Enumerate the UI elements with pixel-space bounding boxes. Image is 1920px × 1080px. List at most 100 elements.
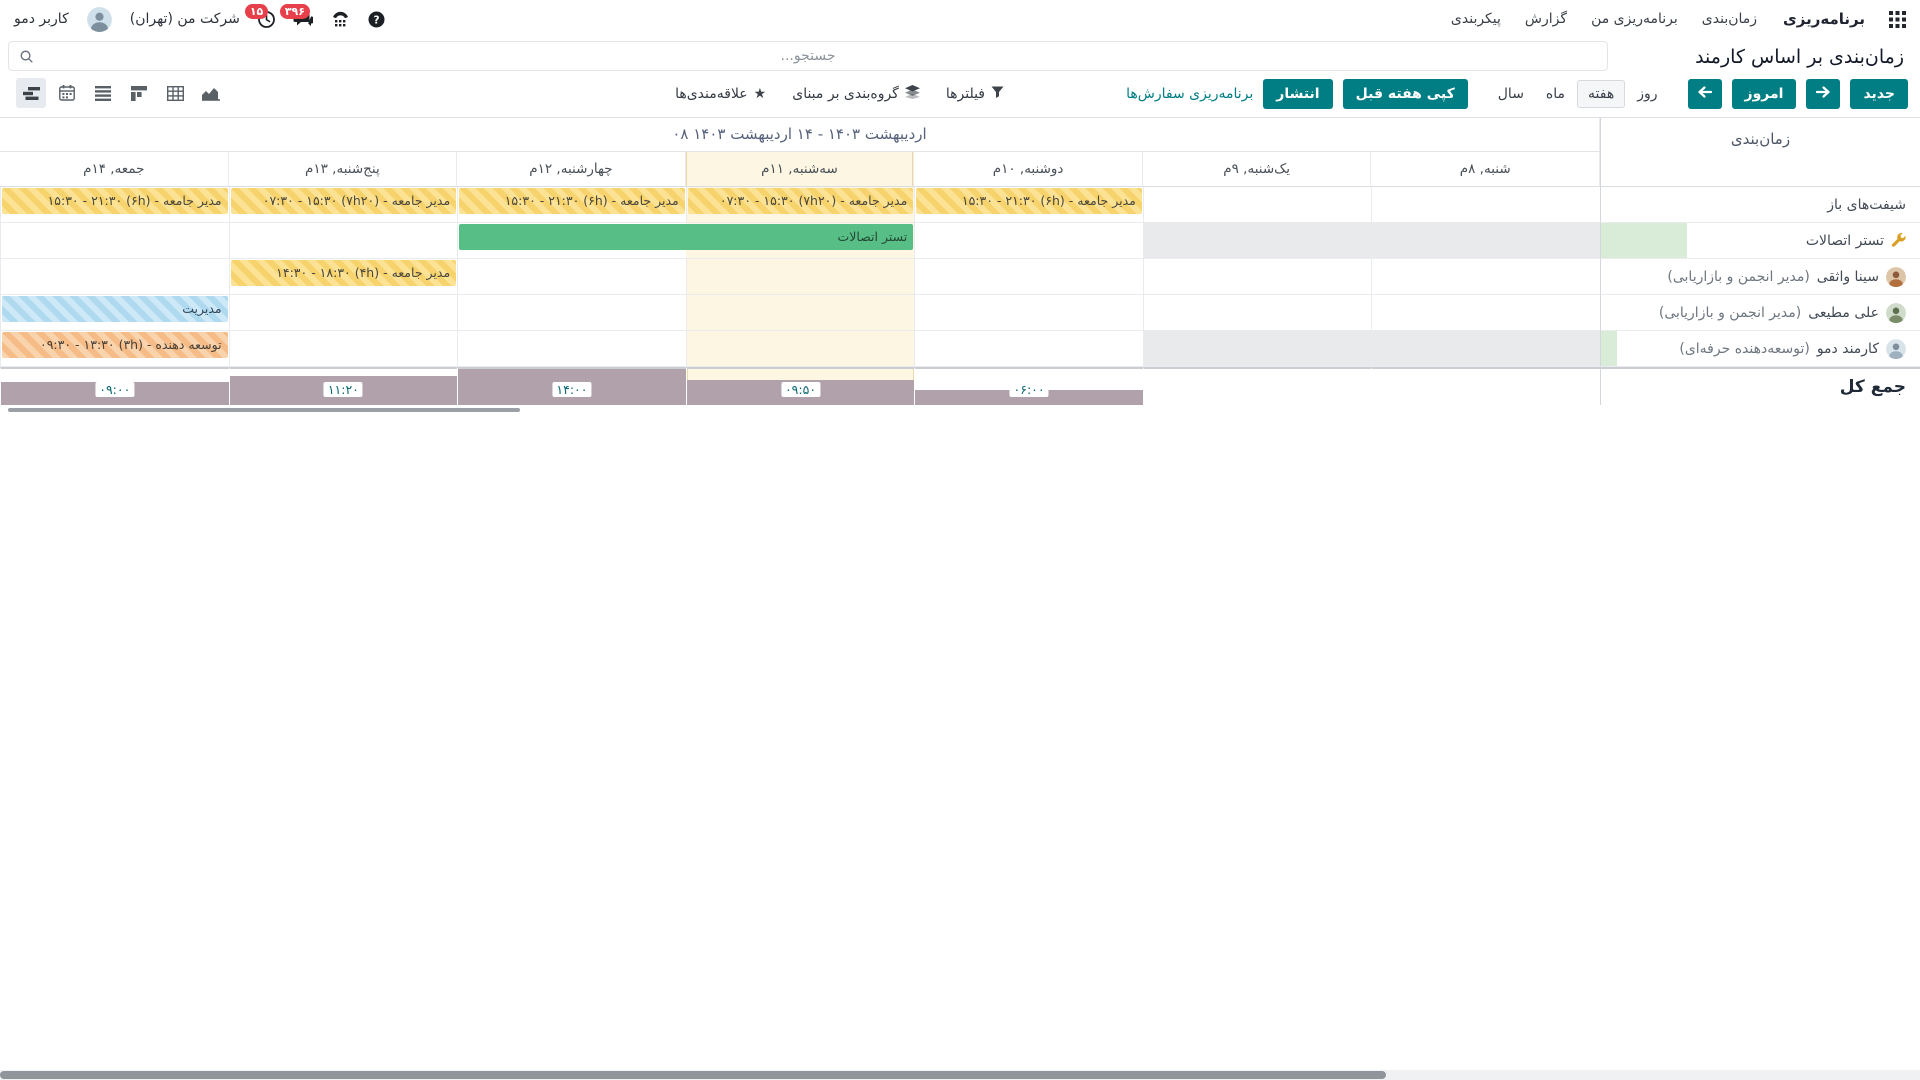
allocation-bar [1601,223,1687,258]
view-switcher [16,78,226,110]
gantt-cell[interactable] [1371,187,1600,223]
gantt-cell[interactable] [1371,295,1600,331]
gantt-cell[interactable]: ۱۵:۳۰ - ۲۱:۳۰ (۶h) - مدیر جامعه [914,187,1143,223]
user-name[interactable]: کاربر دمو [14,11,69,27]
row-header-employee-demo[interactable]: کارمند دمو (توسعه‌دهنده حرفه‌ای) [1600,331,1920,367]
menu-my-planning[interactable]: برنامه‌ریزی من [1591,11,1678,27]
list-view-icon[interactable] [88,78,118,108]
gantt-cell-span[interactable]: تستر اتصالات [457,223,914,259]
row-header-employee-sina[interactable]: سینا واثقی (مدیر انجمن و بازاریابی) [1600,259,1920,295]
gantt-view-icon[interactable] [16,78,46,108]
gantt-cell[interactable]: ۱۵:۳۰ - ۲۱:۳۰ (۶h) - مدیر جامعه [0,187,229,223]
row-header-employee-ali[interactable]: علی مطیعی (مدیر انجمن و بازاریابی) [1600,295,1920,331]
row-header-open-shifts[interactable]: شیفت‌های باز [1600,187,1920,223]
scale-month[interactable]: ماه [1536,81,1575,107]
gantt-cell[interactable] [229,223,458,259]
employee-avatar [1886,267,1906,287]
graph-view-icon[interactable] [196,78,226,108]
filters-menu[interactable]: فیلترها [946,86,1004,103]
gantt-cell[interactable]: ۰۷:۳۰ - ۱۵:۳۰ (۷h۲۰) - مدیر جامعه [229,187,458,223]
scale-year[interactable]: سال [1488,81,1534,107]
row-label: کارمند دمو [1817,341,1879,357]
gantt-cell[interactable] [1143,259,1372,295]
gantt-cell[interactable] [457,295,686,331]
menu-schedule[interactable]: زمان‌بندی [1702,11,1757,27]
gantt-cell[interactable]: ۱۵:۳۰ - ۲۱:۳۰ (۶h) - مدیر جامعه [457,187,686,223]
today-button[interactable]: امروز [1732,79,1797,109]
total-cell-thu: ۱۱:۲۰ [229,367,458,405]
gantt-cell[interactable] [1371,259,1600,295]
gantt-cell[interactable] [457,331,686,367]
company-name[interactable]: شرکت من (تهران) [130,11,240,27]
gantt-horizontal-scrollbar[interactable] [8,408,520,412]
gantt-cell[interactable]: ۱۴:۳۰ - ۱۸:۳۰ (۴h) - مدیر جامعه [229,259,458,295]
voip-phone-icon[interactable] [331,11,350,28]
gantt-cell[interactable] [1143,187,1372,223]
grand-total-label: جمع کل [1600,367,1920,405]
groupby-menu[interactable]: گروه‌بندی بر مبنای [792,85,920,103]
gantt-cell[interactable] [0,223,229,259]
apps-grid-icon[interactable] [1889,11,1906,28]
gantt-cell[interactable] [914,259,1143,295]
page-title: زمان‌بندی بر اساس کارمند [1695,46,1904,68]
shift-pill[interactable]: ۱۴:۳۰ - ۱۸:۳۰ (۴h) - مدیر جامعه [231,260,457,286]
gantt-cell[interactable] [914,223,1143,259]
gantt-cell[interactable] [229,295,458,331]
gantt-cell[interactable]: ۰۹:۳۰ - ۱۳:۳۰ (۳h) - توسعه دهنده [0,331,229,367]
user-avatar[interactable] [87,7,112,32]
pivot-view-icon[interactable] [160,78,190,108]
gantt-cell-unavailable[interactable] [1143,223,1372,259]
gantt-cell[interactable] [229,331,458,367]
scale-day[interactable]: روز [1627,81,1667,107]
shift-pill[interactable]: ۱۵:۳۰ - ۲۱:۳۰ (۶h) - مدیر جامعه [2,188,228,214]
gantt-cell-today[interactable]: ۰۷:۳۰ - ۱۵:۳۰ (۷h۲۰) - مدیر جامعه [686,187,915,223]
gantt-cell[interactable] [1143,295,1372,331]
day-header-wed: چهارشنبه, ۱۲م [457,152,686,187]
kanban-view-icon[interactable] [124,78,154,108]
calendar-view-icon[interactable] [52,78,82,108]
menu-reporting[interactable]: گزارش [1525,11,1567,27]
total-cell-mon: ۰۶:۰۰ [914,367,1143,405]
app-name[interactable]: برنامه‌ریزی [1783,10,1865,28]
page-scrollbar-thumb[interactable] [0,1071,1386,1079]
publish-button[interactable]: انتشار [1263,79,1332,109]
row-label: شیفت‌های باز [1827,197,1906,213]
shift-pill[interactable]: ۱۵:۳۰ - ۲۱:۳۰ (۶h) - مدیر جامعه [459,188,685,214]
activities-clock-icon[interactable]: ۱۵ [258,11,275,28]
row-header-connection-tester[interactable]: تستر اتصالات [1600,223,1920,259]
search-box [8,41,1608,71]
messages-icon[interactable]: ۳۹۶ [293,11,313,28]
day-header-mon: دوشنبه, ۱۰م [914,152,1143,187]
day-header-sun: یک‌شنبه, ۹م [1143,152,1372,187]
shift-pill-green[interactable]: تستر اتصالات [459,224,913,250]
copy-previous-week-button[interactable]: کپی هفته قبل [1343,79,1468,109]
new-button[interactable]: جدید [1850,79,1908,109]
gantt-cell-unavailable[interactable] [1371,223,1600,259]
shift-pill[interactable]: ۰۷:۳۰ - ۱۵:۳۰ (۷h۲۰) - مدیر جامعه [688,188,914,214]
gantt-cell[interactable] [0,259,229,295]
gantt-cell[interactable]: مدیریت [0,295,229,331]
shift-pill-orange[interactable]: ۰۹:۳۰ - ۱۳:۳۰ (۳h) - توسعه دهنده [2,332,228,358]
next-period-button[interactable] [1688,79,1722,109]
arrow-right-icon [1816,86,1830,102]
menu-configuration[interactable]: پیکربندی [1451,11,1501,27]
gantt-cell[interactable] [457,259,686,295]
gantt-cell-unavailable[interactable] [1143,331,1372,367]
shift-pill-blue[interactable]: مدیریت [2,296,228,322]
svg-text:?: ? [373,14,379,26]
gantt-cell-today[interactable] [686,331,915,367]
plan-orders-link[interactable]: برنامه‌ریزی سفارش‌ها [1126,86,1253,102]
shift-pill[interactable]: ۰۷:۳۰ - ۱۵:۳۰ (۷h۲۰) - مدیر جامعه [231,188,457,214]
gantt-cell-today[interactable] [686,259,915,295]
gantt-cell-today[interactable] [686,295,915,331]
favorites-menu[interactable]: ★ علاقه‌مندی‌ها [675,86,766,102]
search-input[interactable] [9,42,1607,70]
help-icon[interactable]: ? [368,11,385,28]
shift-pill[interactable]: ۱۵:۳۰ - ۲۱:۳۰ (۶h) - مدیر جامعه [916,188,1142,214]
gantt-cell[interactable] [914,331,1143,367]
gantt-cell-unavailable[interactable] [1371,331,1600,367]
prev-period-button[interactable] [1806,79,1840,109]
gantt-cell[interactable] [914,295,1143,331]
scale-week[interactable]: هفته [1577,80,1625,108]
activities-badge: ۱۵ [245,4,268,19]
